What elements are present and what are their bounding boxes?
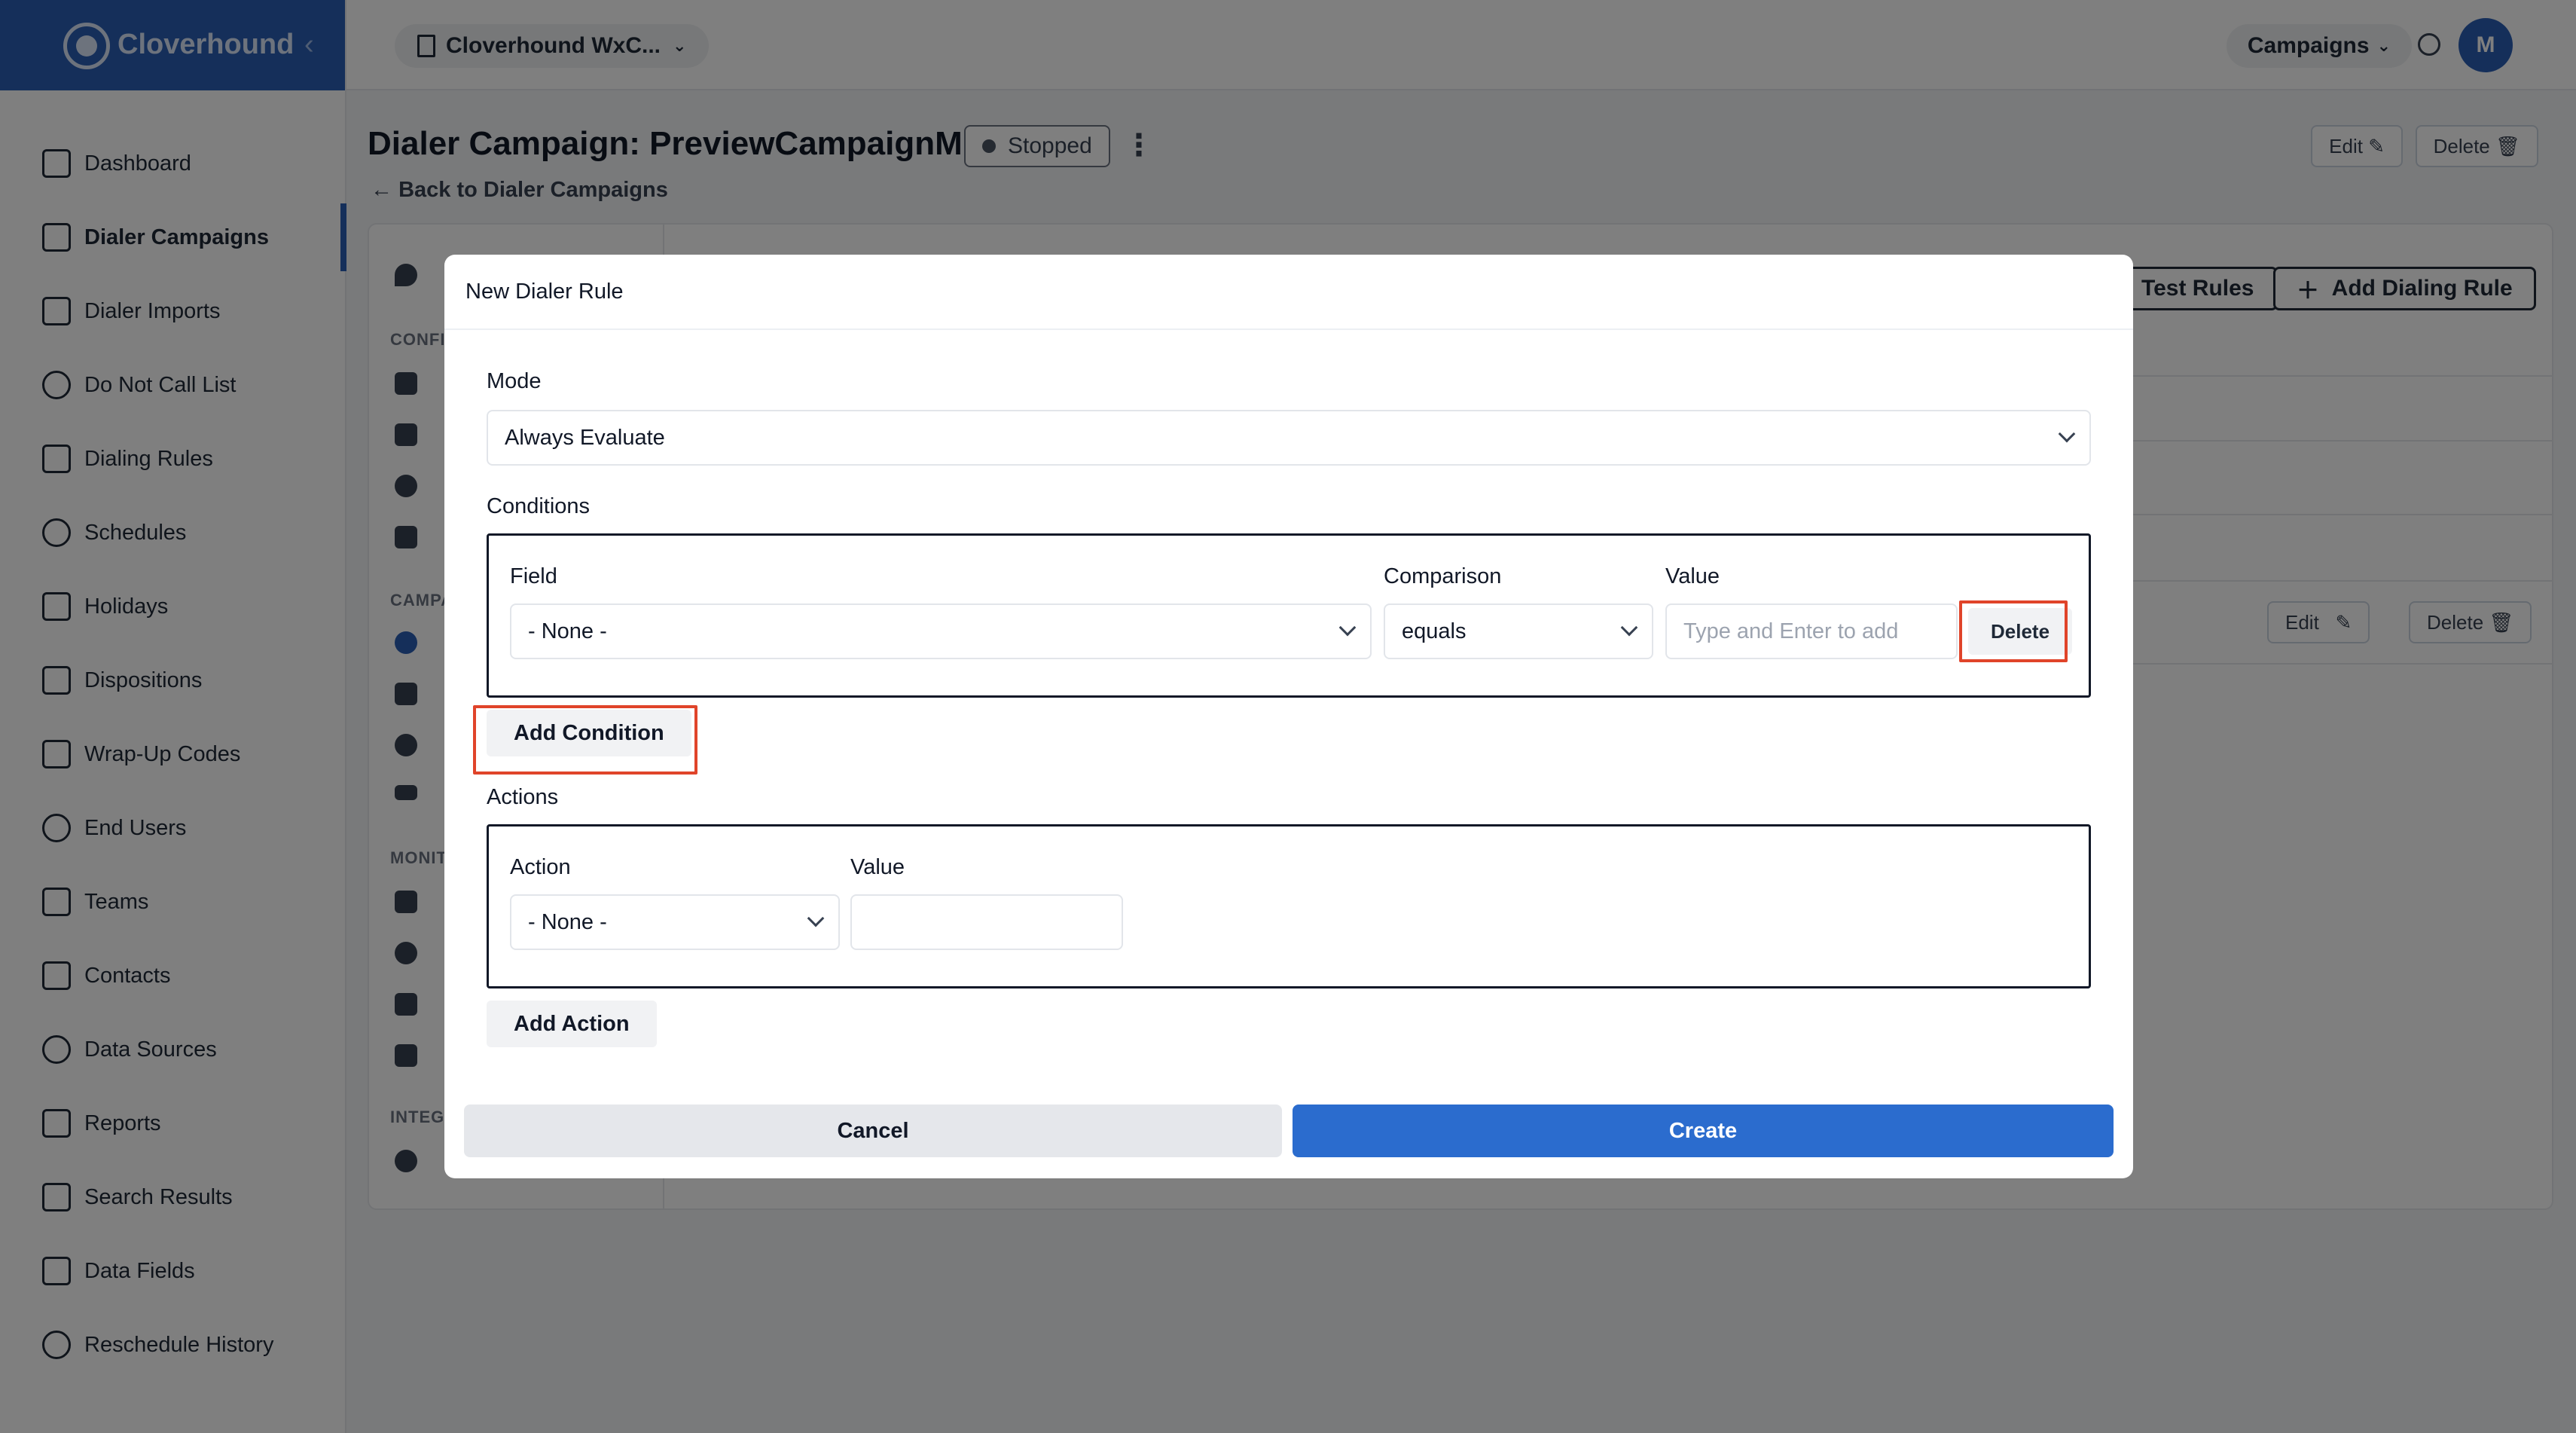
condition-field-select[interactable]: - None - [510,603,1372,659]
condition-value-placeholder: Type and Enter to add [1683,619,1899,643]
mode-label: Mode [487,369,542,393]
chevron-down-icon [2058,425,2076,443]
mode-select[interactable]: Always Evaluate [487,410,2091,466]
condition-value-label: Value [1665,564,1720,588]
action-label: Action [510,855,571,879]
conditions-box: Field - None - Comparison equals Value T… [487,533,2091,698]
action-value-label: Value [850,855,905,879]
modal-title: New Dialer Rule [444,255,2133,330]
chevron-down-icon [807,909,825,927]
condition-field-value: - None - [528,619,607,643]
add-condition-highlight [473,705,697,775]
action-select-value: - None - [528,909,607,934]
condition-comparison-label: Comparison [1384,564,1502,588]
action-value-input[interactable] [850,894,1123,950]
condition-field-label: Field [510,564,557,588]
cancel-button[interactable]: Cancel [464,1105,1282,1157]
add-action-button[interactable]: Add Action [487,1001,657,1047]
condition-comparison-select[interactable]: equals [1384,603,1653,659]
delete-condition-highlight [1959,600,2068,662]
condition-value-input[interactable]: Type and Enter to add [1665,603,1958,659]
create-button[interactable]: Create [1293,1105,2114,1157]
mode-select-value: Always Evaluate [505,425,665,450]
conditions-label: Conditions [487,494,591,518]
condition-comparison-value: equals [1402,619,1467,643]
action-select[interactable]: - None - [510,894,840,950]
actions-label: Actions [487,785,559,809]
actions-box: Action - None - Value [487,824,2091,988]
chevron-down-icon [1620,619,1638,637]
chevron-down-icon [1338,619,1357,637]
new-dialer-rule-modal: New Dialer Rule Mode Always Evaluate Con… [444,255,2133,1178]
